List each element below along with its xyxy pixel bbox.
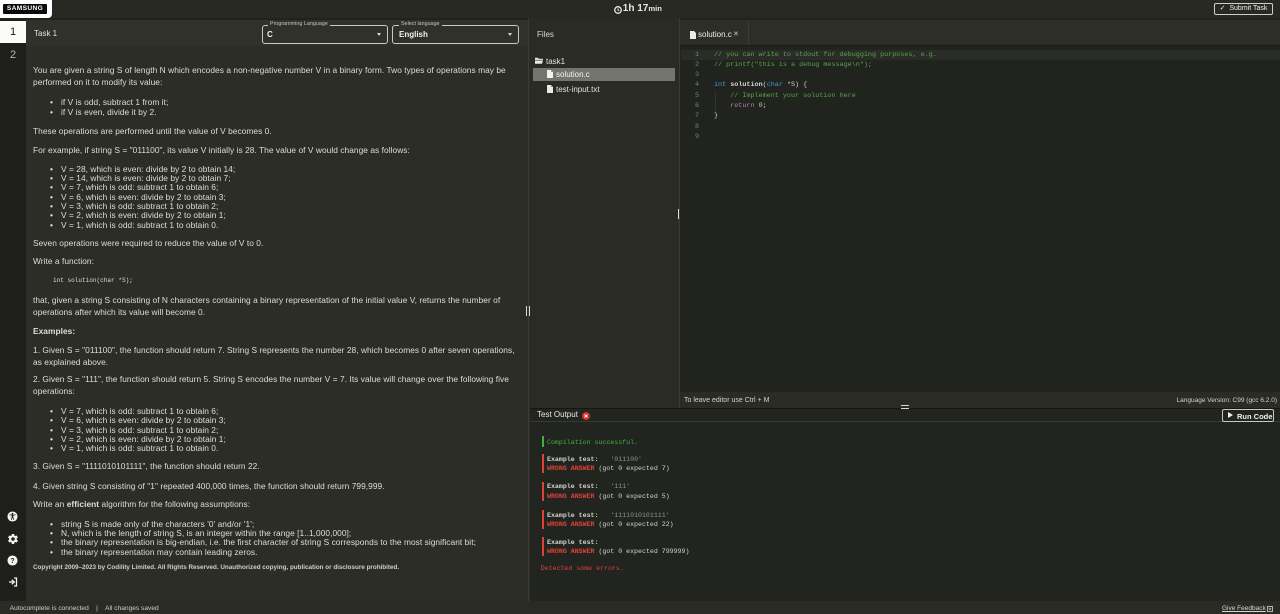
- svg-text:?: ?: [10, 558, 14, 565]
